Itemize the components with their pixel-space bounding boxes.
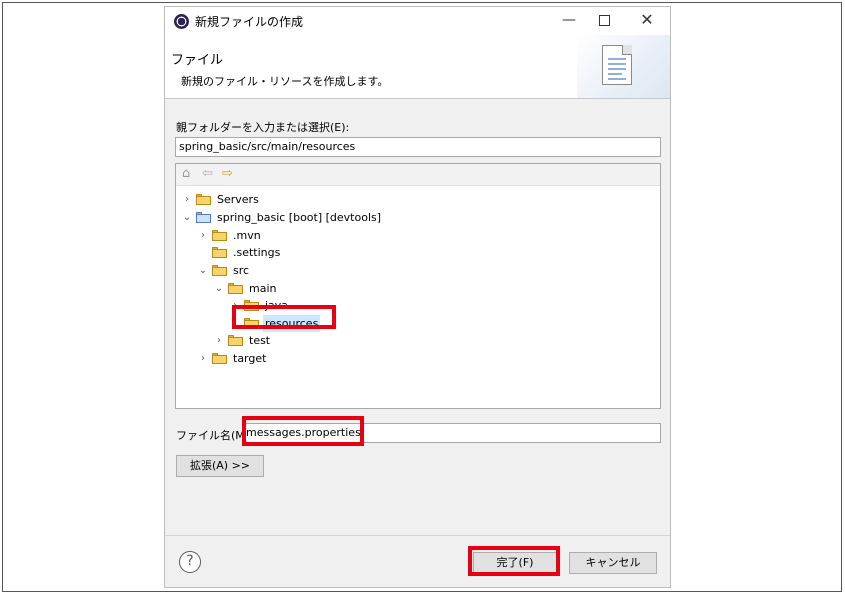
- minimize-button[interactable]: —: [558, 10, 580, 30]
- maximize-button[interactable]: [593, 10, 615, 30]
- footer-divider: [165, 535, 670, 536]
- banner-title: ファイル: [171, 53, 224, 68]
- tree-item-label: src: [233, 264, 250, 277]
- chevron-down-icon[interactable]: ⌄: [198, 262, 208, 279]
- folder-icon: [212, 265, 227, 276]
- tree-item-label: spring_basic [boot] [devtools]: [217, 211, 382, 224]
- project-folder-icon: [196, 212, 211, 223]
- home-icon[interactable]: ⌂: [182, 167, 190, 181]
- folder-icon: [212, 247, 227, 258]
- cancel-button[interactable]: キャンセル: [569, 552, 657, 574]
- advanced-button[interactable]: 拡張(A) >>: [176, 455, 264, 477]
- chevron-right-icon[interactable]: ›: [182, 191, 192, 208]
- help-icon[interactable]: ?: [179, 551, 201, 573]
- chevron-down-icon[interactable]: ⌄: [214, 280, 224, 297]
- tree-item-label: Servers: [217, 193, 259, 206]
- folder-icon: [196, 194, 211, 205]
- new-file-dialog: 新規ファイルの作成 — ✕ ファイル 新規のファイル・リソースを作成します。 親…: [164, 6, 671, 588]
- folder-icon: [228, 283, 243, 294]
- close-button[interactable]: ✕: [636, 10, 658, 30]
- title-bar: 新規ファイルの作成 — ✕: [165, 7, 670, 35]
- folder-tree: ⌂ ⇦ ⇨ › Servers ⌄ spring_basic [boot] [d…: [175, 163, 661, 409]
- window-title: 新規ファイルの作成: [195, 15, 304, 29]
- back-arrow-icon[interactable]: ⇦: [202, 167, 213, 181]
- tree-item-label: test: [249, 334, 271, 347]
- banner-description: 新規のファイル・リソースを作成します。: [181, 75, 389, 88]
- tree-item-label: .settings: [233, 246, 281, 259]
- forward-arrow-icon[interactable]: ⇨: [222, 167, 233, 181]
- chevron-right-icon[interactable]: ›: [214, 332, 224, 349]
- parent-folder-label: 親フォルダーを入力または選択(E):: [176, 121, 350, 134]
- tree-item-label: .mvn: [233, 229, 261, 242]
- maximize-icon: [598, 14, 610, 26]
- folder-icon: [212, 353, 227, 364]
- parent-folder-input[interactable]: spring_basic/src/main/resources: [175, 137, 661, 157]
- folder-icon: [228, 335, 243, 346]
- chevron-right-icon[interactable]: ›: [198, 227, 208, 244]
- highlight-box-resources: [232, 305, 336, 329]
- tree-item-label: main: [249, 282, 277, 295]
- highlight-box-finish: [468, 546, 560, 576]
- chevron-right-icon[interactable]: ›: [198, 350, 208, 367]
- eclipse-icon: [174, 14, 189, 29]
- highlight-box-filename: [242, 416, 364, 446]
- new-file-document-icon: [602, 45, 632, 85]
- wizard-banner: ファイル 新規のファイル・リソースを作成します。: [165, 35, 670, 99]
- tree-item-label: target: [233, 352, 267, 365]
- chevron-down-icon[interactable]: ⌄: [182, 209, 192, 226]
- folder-icon: [212, 230, 227, 241]
- tree-toolbar: ⌂ ⇦ ⇨: [176, 164, 660, 186]
